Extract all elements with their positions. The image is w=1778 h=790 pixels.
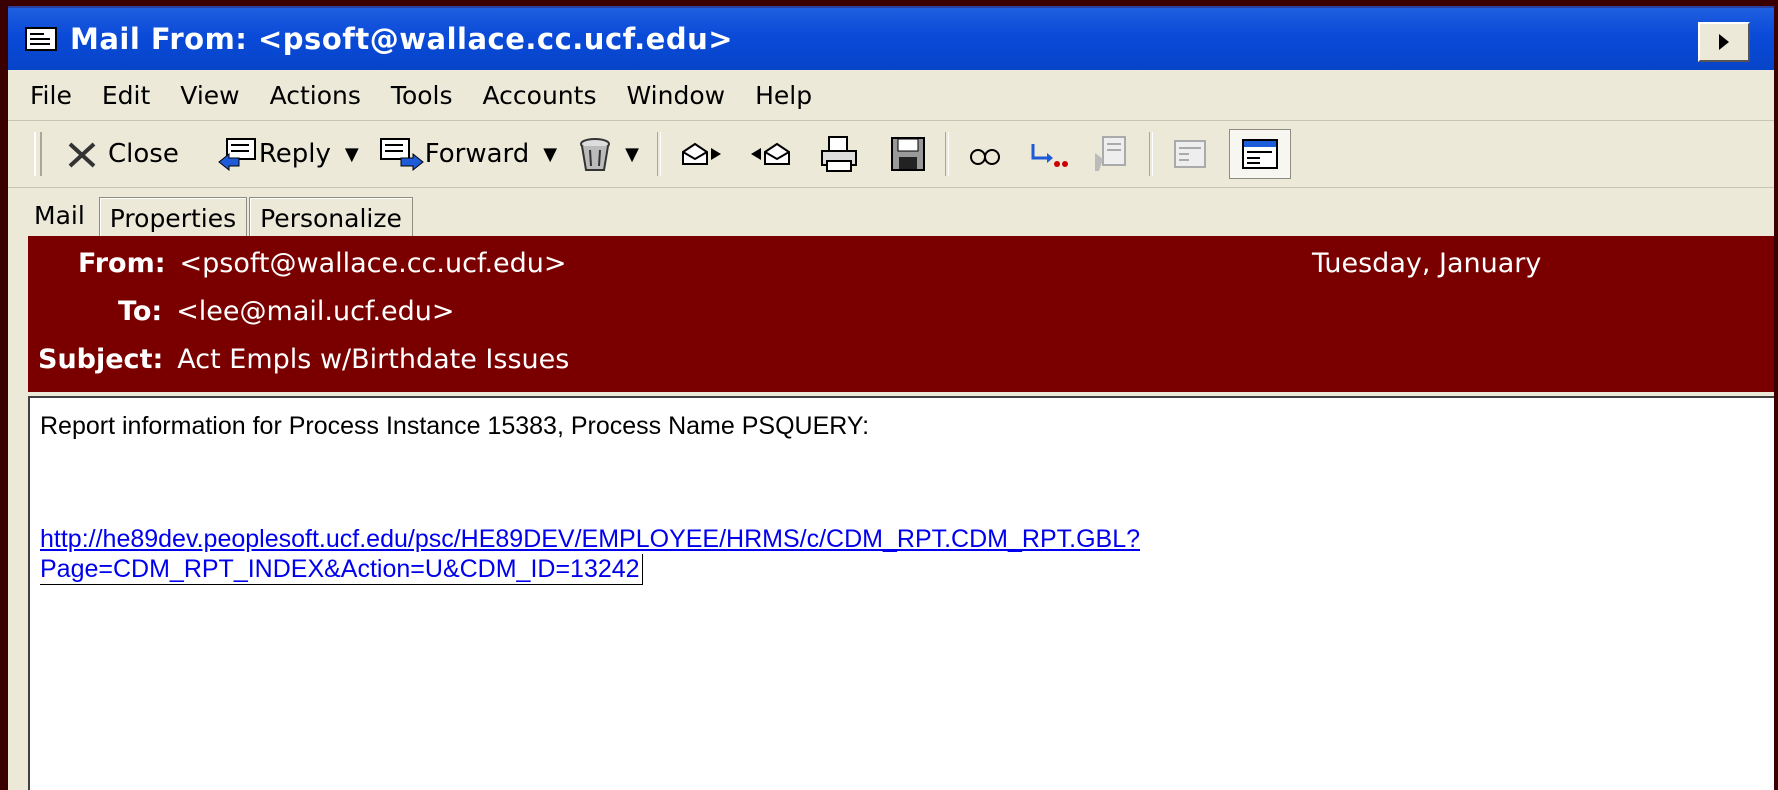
preview-pane-button[interactable] <box>1228 129 1291 179</box>
report-link[interactable]: http://he89dev.peoplesoft.ucf.edu/psc/HE… <box>40 524 1140 585</box>
message-date: Tuesday, January <box>1312 248 1542 279</box>
subject-row: Subject: Act Empls w/Birthdate Issues <box>38 344 569 375</box>
menu-help[interactable]: Help <box>740 81 827 110</box>
preview-pane-icon <box>1236 135 1284 173</box>
report-link-line1[interactable]: http://he89dev.peoplesoft.ucf.edu/psc/HE… <box>40 524 1140 554</box>
close-label: Close <box>108 139 179 169</box>
menu-edit[interactable]: Edit <box>87 81 165 110</box>
print-icon <box>819 135 859 173</box>
to-value[interactable]: <lee@mail.ucf.edu> <box>176 296 454 327</box>
mail-window-icon <box>24 22 64 56</box>
delete-dropdown-icon[interactable]: ▼ <box>625 144 639 165</box>
forward-button[interactable]: Forward <box>377 130 530 178</box>
previous-message-icon <box>679 136 723 172</box>
move-icon <box>1027 136 1071 172</box>
message-body[interactable]: Report information for Process Instance … <box>28 396 1774 790</box>
delete-button[interactable] <box>575 130 615 178</box>
message-header: From: <psoft@wallace.cc.ucf.edu> Tuesday… <box>28 236 1774 392</box>
report-link-line2[interactable]: Page=CDM_RPT_INDEX&Action=U&CDM_ID=13242 <box>40 554 643 585</box>
menu-file[interactable]: File <box>8 81 87 110</box>
forward-icon <box>377 136 425 172</box>
delete-icon <box>575 134 615 174</box>
from-label: From: <box>78 248 166 279</box>
to-row: To: <lee@mail.ucf.edu> <box>118 296 455 327</box>
menu-accounts[interactable]: Accounts <box>468 81 612 110</box>
find-button[interactable] <box>967 130 1003 178</box>
normal-view-button[interactable] <box>1171 130 1209 178</box>
toolbar-separator <box>944 132 949 176</box>
previous-message-button[interactable] <box>679 130 723 178</box>
body-text: Report information for Process Instance … <box>40 412 870 440</box>
subject-label: Subject: <box>38 344 164 375</box>
window-title: Mail From: <psoft@wallace.cc.ucf.edu> <box>70 22 734 56</box>
toolbar-grip[interactable] <box>34 132 42 176</box>
print-button[interactable] <box>819 130 859 178</box>
menu-window[interactable]: Window <box>611 81 740 110</box>
menu-view[interactable]: View <box>165 81 254 110</box>
flag-button[interactable] <box>1091 130 1131 178</box>
close-button[interactable]: Close <box>62 130 179 178</box>
find-icon <box>967 139 1003 169</box>
from-value[interactable]: <psoft@wallace.cc.ucf.edu> <box>180 248 567 279</box>
toolbar: Close Reply ▼ Forward ▼ ▼ <box>8 121 1774 188</box>
tab-strip: Mail Properties Personalize <box>8 188 1774 238</box>
flag-icon <box>1091 135 1131 173</box>
close-x-icon <box>62 136 102 172</box>
menu-bar: File Edit View Actions Tools Accounts Wi… <box>8 70 1774 121</box>
reply-label: Reply <box>258 139 331 169</box>
normal-view-icon <box>1171 137 1209 171</box>
expand-arrow-icon[interactable] <box>1698 22 1750 62</box>
tab-personalize[interactable]: Personalize <box>249 197 413 238</box>
next-message-button[interactable] <box>749 130 793 178</box>
toolbar-separator <box>656 132 661 176</box>
move-button[interactable] <box>1027 130 1071 178</box>
from-row: From: <psoft@wallace.cc.ucf.edu> <box>78 248 567 279</box>
reply-dropdown-icon[interactable]: ▼ <box>345 144 359 165</box>
reply-button[interactable]: Reply <box>215 130 331 178</box>
toolbar-separator <box>1148 132 1153 176</box>
reply-icon <box>215 136 259 172</box>
save-icon <box>889 135 927 173</box>
menu-actions[interactable]: Actions <box>255 81 376 110</box>
to-label: To: <box>118 296 163 327</box>
forward-dropdown-icon[interactable]: ▼ <box>543 144 557 165</box>
tab-mail[interactable]: Mail <box>8 192 99 238</box>
menu-tools[interactable]: Tools <box>376 81 468 110</box>
subject-value: Act Empls w/Birthdate Issues <box>177 344 570 375</box>
next-message-icon <box>749 136 793 172</box>
forward-label: Forward <box>424 139 530 169</box>
tab-properties[interactable]: Properties <box>98 197 248 238</box>
title-bar[interactable]: Mail From: <psoft@wallace.cc.ucf.edu> <box>8 8 1774 70</box>
save-button[interactable] <box>889 130 927 178</box>
mail-window: Mail From: <psoft@wallace.cc.ucf.edu> Fi… <box>8 6 1774 790</box>
